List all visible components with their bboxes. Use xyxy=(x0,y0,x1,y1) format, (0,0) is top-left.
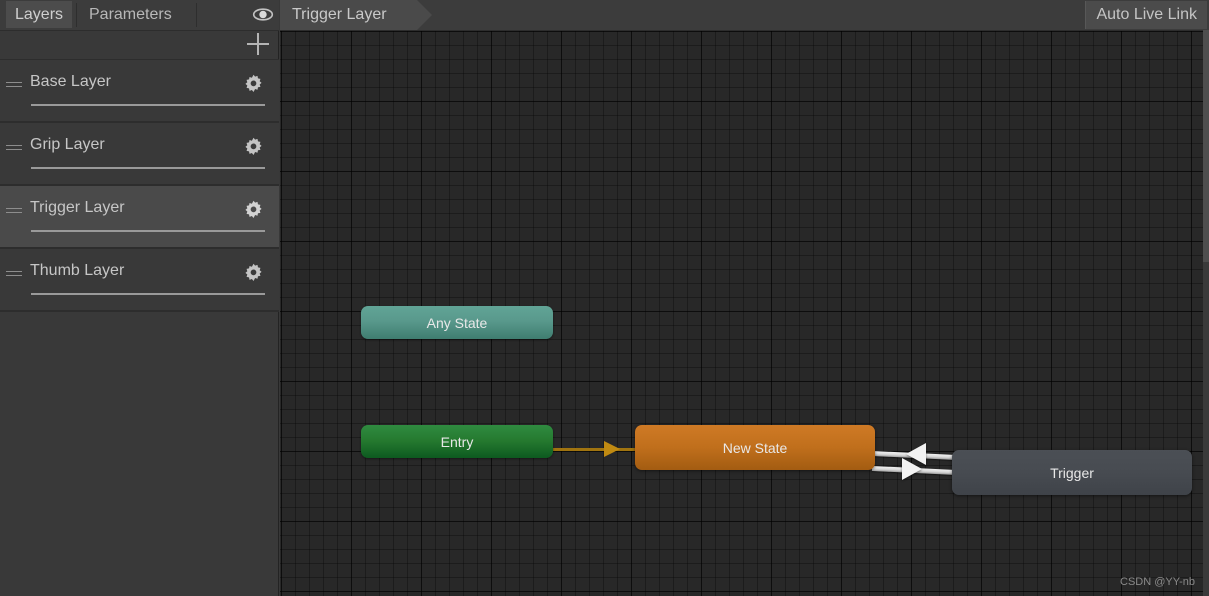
gear-icon[interactable] xyxy=(244,263,263,282)
state-node-trigger[interactable]: Trigger xyxy=(952,450,1192,495)
transition-entry-to-new-state[interactable] xyxy=(552,441,638,457)
layer-weight-slider[interactable] xyxy=(31,104,265,106)
state-node-any-state[interactable]: Any State xyxy=(361,306,553,339)
drag-handle-icon[interactable] xyxy=(6,271,22,278)
state-node-label: Entry xyxy=(440,433,474,450)
layer-row-grip[interactable]: Grip Layer xyxy=(0,122,279,185)
transition-line xyxy=(552,448,638,451)
watermark: CSDN @YY-nb xyxy=(1120,576,1195,588)
layer-label: Grip Layer xyxy=(30,136,105,153)
sidebar-tabbar: Layers Parameters xyxy=(0,0,279,31)
drag-handle-icon[interactable] xyxy=(6,145,22,152)
drag-handle-icon[interactable] xyxy=(6,208,22,215)
graph-vertical-scrollbar[interactable] xyxy=(1203,30,1209,596)
breadcrumb-trigger-layer[interactable]: Trigger Layer xyxy=(280,0,432,30)
tab-layers[interactable]: Layers xyxy=(6,1,73,28)
state-node-label: New State xyxy=(722,439,788,456)
add-layer-button[interactable] xyxy=(243,30,273,58)
transition-arrow-right-icon xyxy=(604,441,620,457)
layer-row-thumb[interactable]: Thumb Layer xyxy=(0,248,279,311)
layers-sidebar: Layers Parameters Base Layer Grip Layer … xyxy=(0,0,279,596)
layer-weight-slider[interactable] xyxy=(31,230,265,232)
state-node-entry[interactable]: Entry xyxy=(361,425,553,458)
layer-label: Trigger Layer xyxy=(30,199,125,216)
tab-parameters[interactable]: Parameters xyxy=(80,1,181,28)
layer-row-trigger[interactable]: Trigger Layer xyxy=(0,185,279,248)
gear-icon[interactable] xyxy=(244,200,263,219)
graph-breadcrumb-bar: Trigger Layer Auto Live Link xyxy=(280,0,1209,31)
gear-icon[interactable] xyxy=(244,137,263,156)
drag-handle-icon[interactable] xyxy=(6,82,22,89)
layer-row-base[interactable]: Base Layer xyxy=(0,59,279,122)
gear-icon[interactable] xyxy=(244,74,263,93)
plus-icon xyxy=(257,33,259,55)
state-node-new-state[interactable]: New State xyxy=(635,425,875,470)
layer-weight-slider[interactable] xyxy=(31,167,265,169)
auto-live-link-button[interactable]: Auto Live Link xyxy=(1085,1,1207,29)
layer-weight-slider[interactable] xyxy=(31,293,265,295)
animator-window: Layers Parameters Base Layer Grip Layer … xyxy=(0,0,1209,596)
list-divider xyxy=(0,311,279,312)
layer-list: Base Layer Grip Layer Trigger Layer Thum… xyxy=(0,59,279,311)
layer-label: Base Layer xyxy=(30,73,111,90)
tab-divider xyxy=(76,3,77,27)
eye-icon[interactable] xyxy=(252,7,274,22)
layer-label: Thumb Layer xyxy=(30,262,125,279)
scrollbar-thumb[interactable] xyxy=(1203,30,1209,262)
state-node-label: Trigger xyxy=(1050,464,1094,481)
animator-graph-canvas[interactable]: Any State Entry New State Trigger Trigge… xyxy=(280,0,1209,596)
transition-arrow-right-icon xyxy=(902,458,922,480)
state-node-label: Any State xyxy=(426,314,488,331)
tab-divider xyxy=(196,3,197,27)
